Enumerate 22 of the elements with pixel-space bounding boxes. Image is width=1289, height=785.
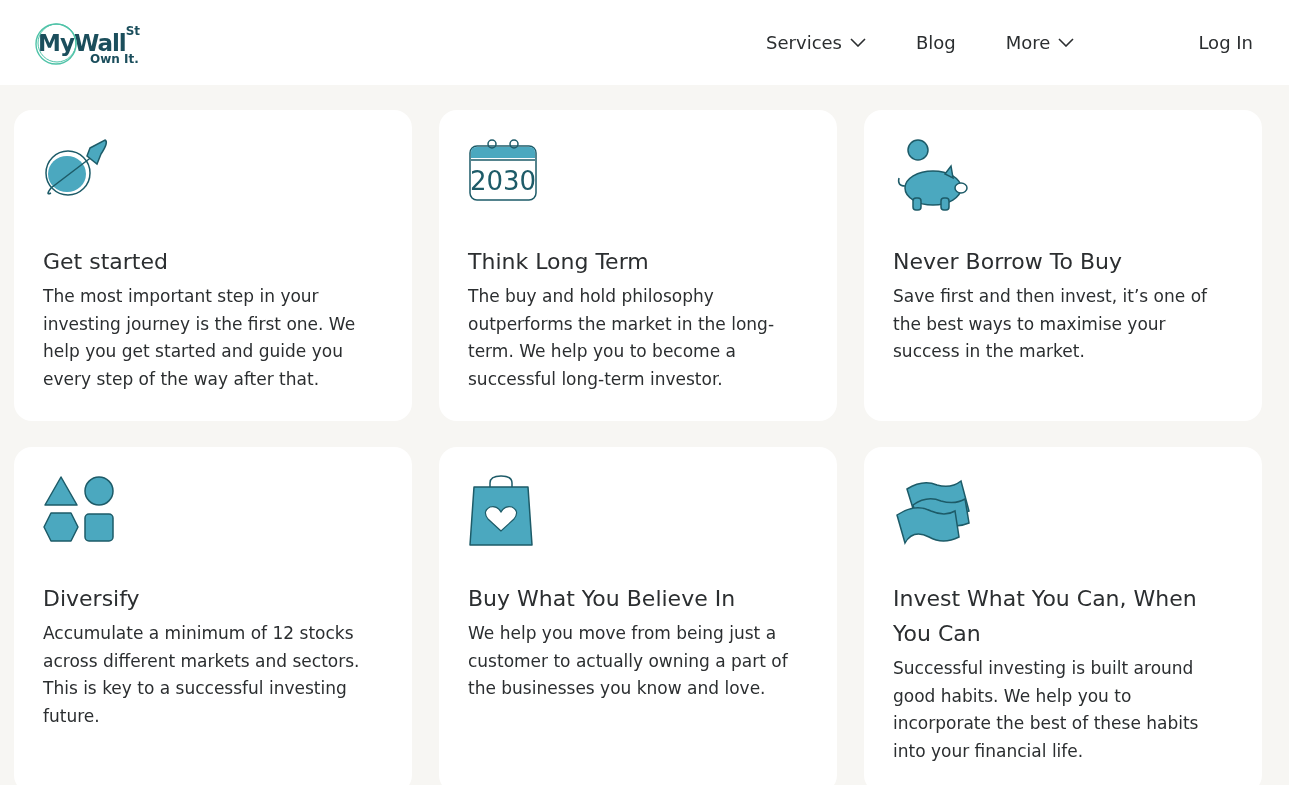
nav-link[interactable]: More <box>1005 32 1075 53</box>
logo-superscript: St <box>125 23 141 38</box>
card-text: The most important step in your investing journey is the first one. We help you get started and guide you every step of the way after that. <box>43 285 357 391</box>
chevron-down-icon <box>1058 38 1075 47</box>
card-text: We help you move from being just a customer to actually owning a part of the businesses you know and love. <box>468 622 789 700</box>
card-title: Diversify <box>43 585 141 613</box>
card-title: Invest What You Can, When You Can <box>893 585 1198 648</box>
nav-link[interactable]: Services <box>766 32 866 53</box>
card-title: Buy What You Believe In <box>468 585 737 613</box>
chevron-down-icon <box>850 38 866 47</box>
card-text: Accumulate a minimum of 12 stocks across different markets and sectors. This is key to a successful investing future. <box>43 622 361 728</box>
card-text: Successful investing is built around good habits. We help you to incorporate the best of these habits into your financial life. <box>893 657 1200 763</box>
nav-link[interactable]: Blog <box>916 32 956 53</box>
logo-tagline: Own It. <box>90 51 139 66</box>
card-title: Think Long Term <box>468 248 650 276</box>
shopping-bag-heart-icon <box>468 475 534 547</box>
card-title: Never Borrow To Buy <box>893 248 1123 276</box>
shapes-icon <box>43 475 115 545</box>
card-text: The buy and hold philosophy outperforms the market in the long-term. We help you to become a successful long-term investor. <box>468 285 776 391</box>
card-text: Save first and then invest, it’s one of the best ways to maximise your success in the market. <box>893 285 1209 363</box>
card-title: Get started <box>43 248 169 276</box>
login-link[interactable]: Log In <box>1198 32 1253 53</box>
